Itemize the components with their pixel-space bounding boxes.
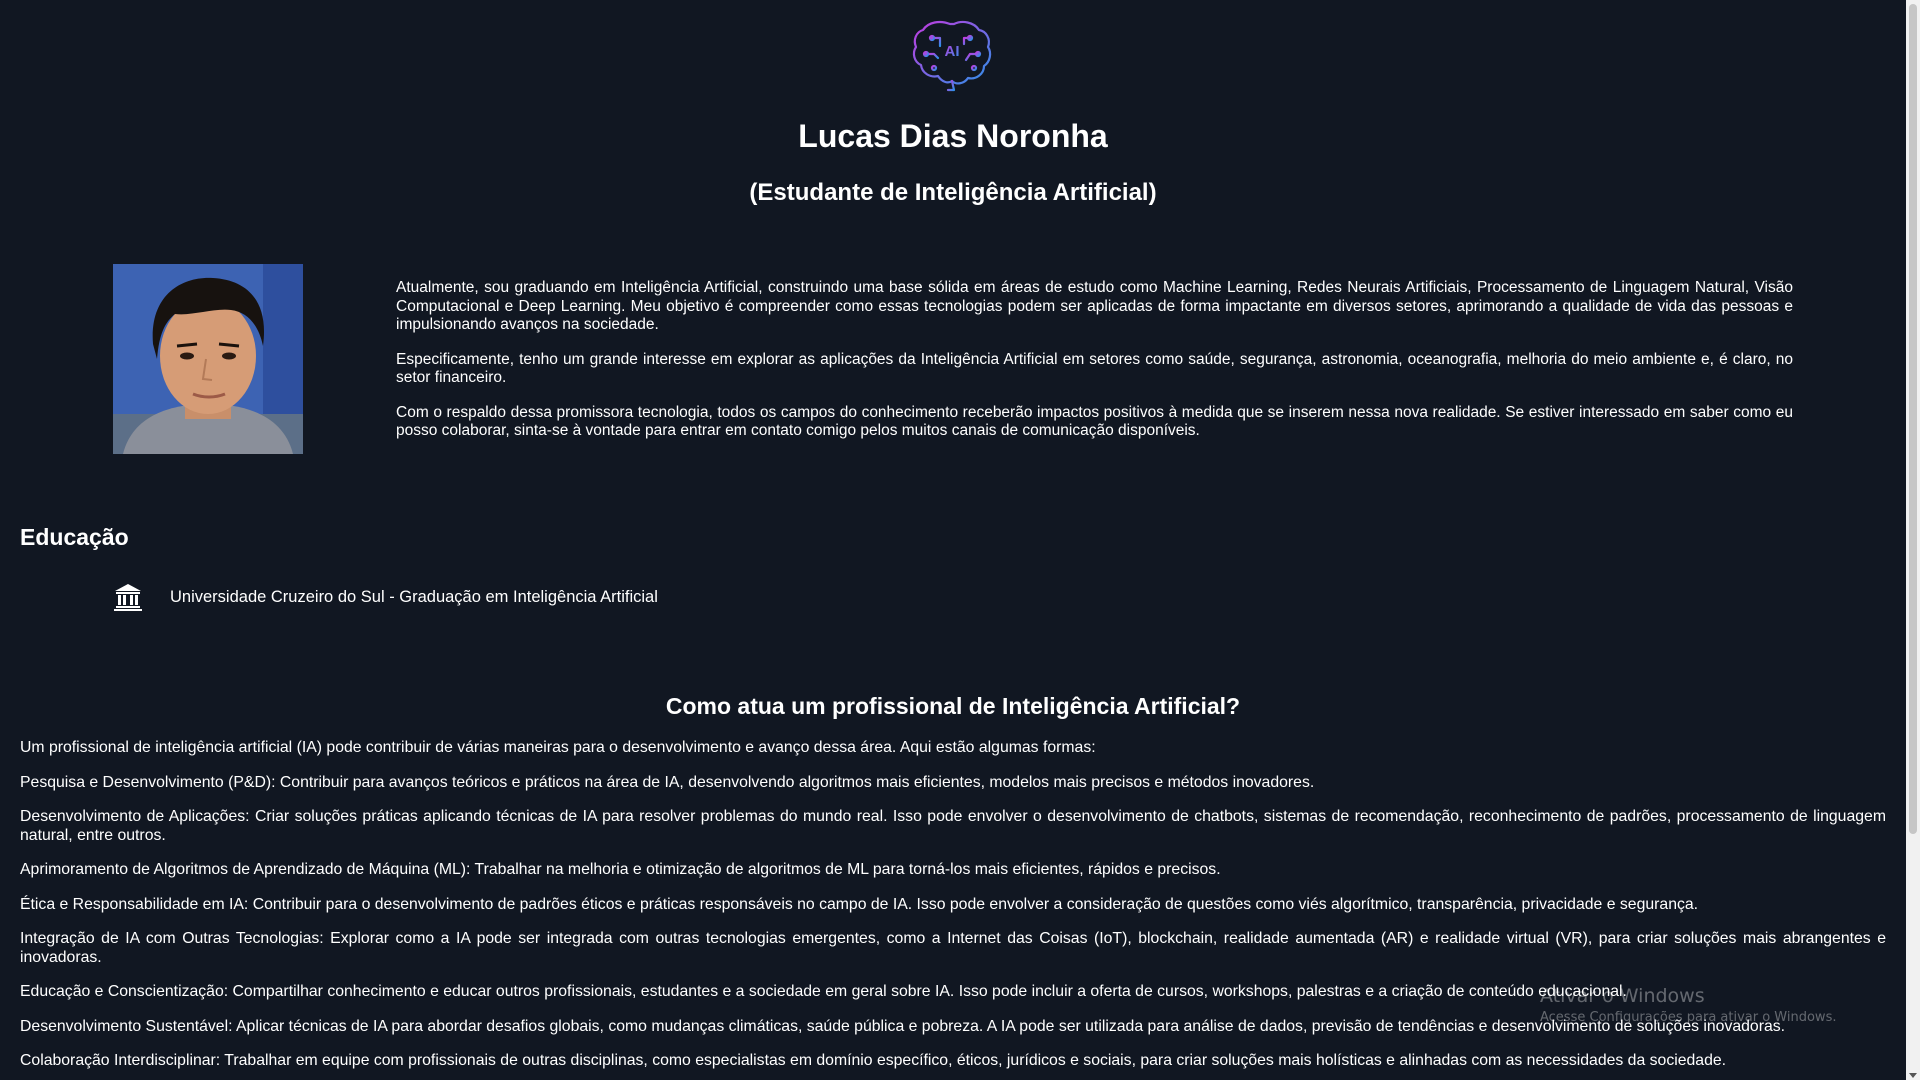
role-section-title: Como atua um profissional de Inteligênci… — [665, 693, 1241, 719]
profile-name: Lucas Dias Noronha — [798, 118, 1108, 154]
role-paragraph: Desenvolvimento de Aplicações: Criar sol… — [20, 808, 1886, 844]
vertical-scrollbar[interactable] — [1906, 0, 1920, 1080]
about-paragraph: Especificamente, tenho um grande interes… — [396, 350, 1793, 387]
profile-photo — [113, 264, 303, 454]
role-paragraph: Colaboração Interdisciplinar: Trabalhar … — [20, 1052, 1727, 1069]
education-title: Educação — [20, 524, 129, 550]
about-paragraph: Com o respaldo dessa promissora tecnolog… — [396, 403, 1793, 440]
role-paragraph: Pesquisa e Desenvolvimento (P&D): Contri… — [20, 773, 1315, 791]
role-paragraph: Um profissional de inteligência artifici… — [20, 739, 1096, 756]
role-paragraph: Aprimoramento de Algoritmos de Aprendiza… — [20, 861, 1221, 878]
about-section: Atualmente, sou graduando em Inteligênci… — [396, 279, 1793, 457]
windows-activation-watermark: Ativar o Windows Acesse Configurações pa… — [1540, 985, 1836, 1025]
role-section-body: Um profissional de inteligência artifici… — [20, 739, 1886, 1080]
ai-brain-icon: AI — [910, 18, 994, 94]
role-paragraph: Ética e Responsabilidade em IA: Contribu… — [20, 895, 1699, 913]
about-paragraph: Atualmente, sou graduando em Inteligênci… — [396, 279, 1793, 333]
profile-subtitle: (Estudante de Inteligência Artificial) — [749, 179, 1157, 206]
scrollbar-thumb[interactable] — [1909, 4, 1917, 834]
role-paragraph: Integração de IA com Outras Tecnologias:… — [20, 930, 1886, 966]
logo-text: AI — [945, 43, 960, 60]
university-icon — [113, 582, 143, 612]
scroll-down-icon[interactable] — [1909, 1073, 1917, 1078]
education-item: Universidade Cruzeiro do Sul - Graduação… — [113, 582, 658, 612]
watermark-title: Ativar o Windows — [1540, 985, 1705, 1007]
watermark-subtitle: Acesse Configurações para ativar o Windo… — [1540, 1010, 1837, 1025]
portfolio-page: AI Lucas Dias Noronha (Estudante de Inte… — [0, 0, 1920, 1080]
education-item-label: Universidade Cruzeiro do Sul - Graduação… — [170, 587, 658, 606]
